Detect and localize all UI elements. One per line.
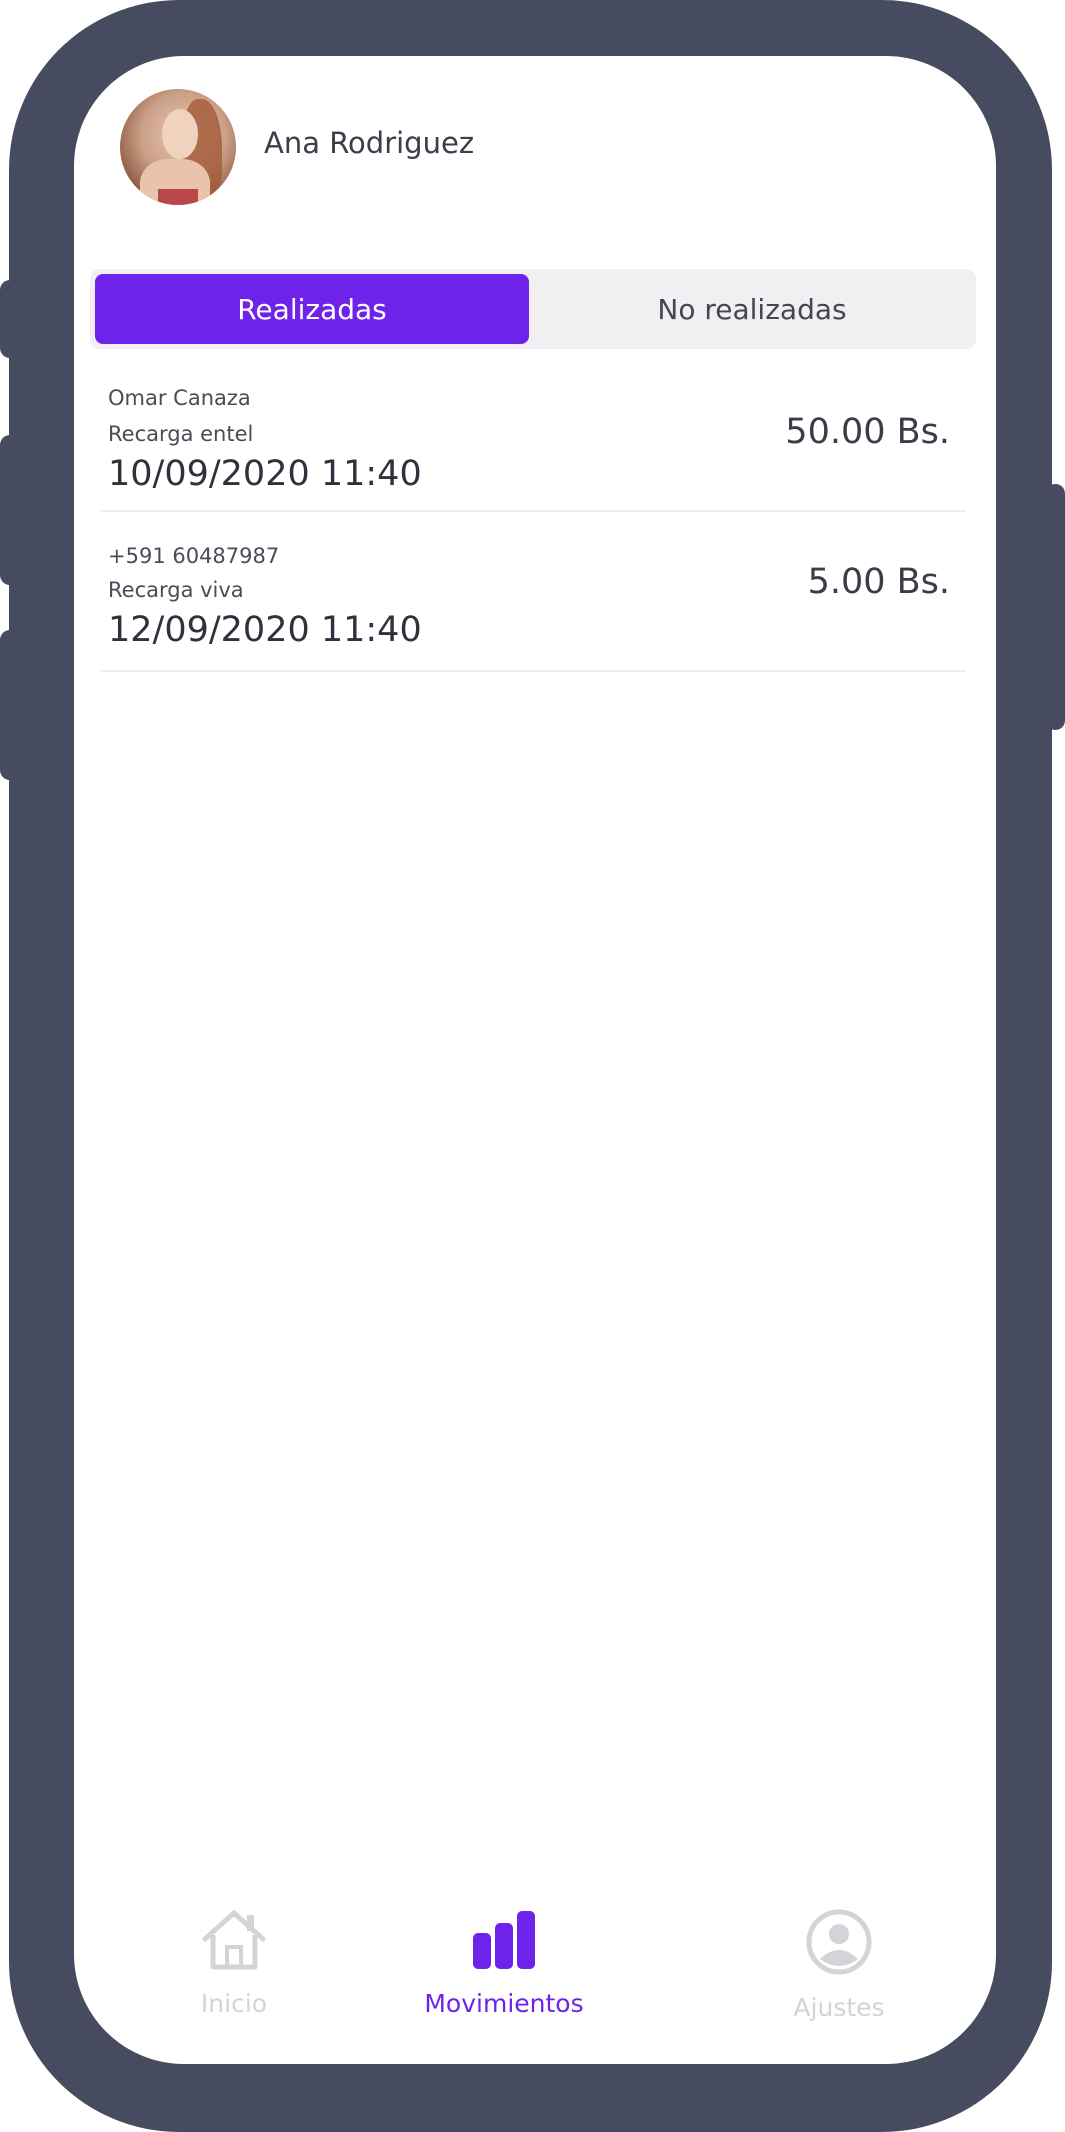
transaction-amount: 5.00 Bs. xyxy=(807,562,950,602)
list-item[interactable]: Omar Canaza Recarga entel 10/09/2020 11:… xyxy=(100,376,966,512)
avatar[interactable] xyxy=(120,89,236,205)
nav-ajustes[interactable]: Ajustes xyxy=(774,1909,904,2022)
tab-realizadas[interactable]: Realizadas xyxy=(95,274,529,344)
home-icon xyxy=(201,1909,267,1975)
bottom-nav: Inicio Movimientos Ajustes xyxy=(74,1909,996,2029)
side-button-left-2 xyxy=(0,435,20,585)
user-name: Ana Rodriguez xyxy=(264,126,475,160)
bar-chart-icon xyxy=(471,1909,537,1975)
app-screen: Ana Rodriguez Realizadas No realizadas O… xyxy=(74,56,996,2064)
nav-label-movimientos: Movimientos xyxy=(424,1989,584,2018)
transaction-datetime: 12/09/2020 11:40 xyxy=(108,610,422,650)
transaction-name: +591 60487987 xyxy=(108,544,280,568)
side-button-left-3 xyxy=(0,630,20,780)
user-circle-icon xyxy=(806,1909,872,1979)
transaction-amount: 50.00 Bs. xyxy=(785,412,950,452)
nav-movimientos[interactable]: Movimientos xyxy=(414,1909,594,2018)
nav-inicio[interactable]: Inicio xyxy=(174,1909,294,2018)
list-item[interactable]: +591 60487987 Recarga viva 12/09/2020 11… xyxy=(100,536,966,672)
side-button-left-1 xyxy=(0,280,20,358)
transaction-datetime: 10/09/2020 11:40 xyxy=(108,454,422,494)
nav-label-ajustes: Ajustes xyxy=(793,1993,885,2022)
transaction-name: Omar Canaza xyxy=(108,386,251,410)
side-button-right xyxy=(1046,484,1065,730)
transaction-description: Recarga viva xyxy=(108,578,244,602)
transaction-description: Recarga entel xyxy=(108,422,254,446)
tab-switcher: Realizadas No realizadas xyxy=(90,269,976,349)
nav-label-inicio: Inicio xyxy=(200,1989,268,2018)
tab-no-realizadas[interactable]: No realizadas xyxy=(536,274,968,344)
